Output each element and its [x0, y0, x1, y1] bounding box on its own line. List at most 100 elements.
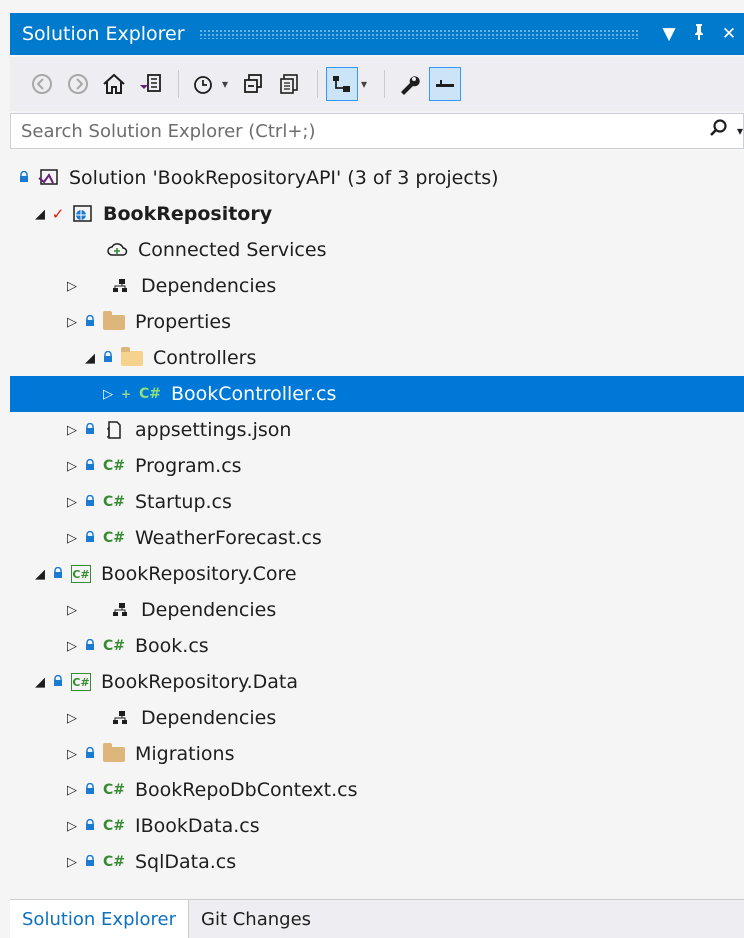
checkmark-icon: ✓: [51, 205, 65, 223]
tree-item-label: Connected Services: [138, 239, 327, 261]
lock-icon: [83, 458, 97, 474]
tree-item-label: Migrations: [135, 743, 235, 765]
dependencies-icon: [107, 275, 133, 297]
tree-item-label: Dependencies: [141, 275, 277, 297]
tree-item-label: BookRepository.Core: [101, 563, 297, 585]
collapsed-arrow-icon[interactable]: ▷: [64, 459, 80, 474]
bottom-tab-strip: Solution Explorer Git Changes: [10, 899, 744, 938]
csharp-project-icon: C#: [71, 673, 91, 691]
expanded-arrow-icon[interactable]: ◢: [32, 567, 48, 582]
tree-item-weatherforecast[interactable]: ▷ C# WeatherForecast.cs: [10, 520, 744, 556]
collapsed-arrow-icon[interactable]: ▷: [64, 423, 80, 438]
solution-explorer-toolbar: ▾ ▾: [10, 57, 744, 111]
chevron-down-icon[interactable]: ▾: [356, 67, 372, 101]
tree-item-project-bookrepository[interactable]: ◢ ✓ BookRepository: [10, 196, 744, 232]
home-icon[interactable]: [98, 67, 130, 101]
show-all-files-icon[interactable]: [273, 67, 305, 101]
tree-item-program[interactable]: ▷ C# Program.cs: [10, 448, 744, 484]
close-icon[interactable]: ✕: [714, 24, 744, 44]
collapsed-arrow-icon[interactable]: ▷: [64, 783, 80, 798]
collapsed-arrow-icon[interactable]: ▷: [64, 531, 80, 546]
tab-git-changes[interactable]: Git Changes: [189, 900, 323, 938]
csharp-file-icon: C#: [102, 854, 125, 870]
tree-item-solution[interactable]: Solution 'BookRepositoryAPI' (3 of 3 pro…: [10, 160, 744, 196]
tree-item-label: BookRepoDbContext.cs: [135, 779, 358, 801]
tree-item-dependencies[interactable]: ▷ Dependencies: [10, 700, 744, 736]
collapsed-arrow-icon[interactable]: ▷: [100, 387, 116, 402]
solution-tree: Solution 'BookRepositoryAPI' (3 of 3 pro…: [10, 160, 744, 880]
tree-item-controllers[interactable]: ◢ Controllers: [10, 340, 744, 376]
lock-icon: [83, 782, 97, 798]
switch-views-icon[interactable]: [134, 67, 166, 101]
collapsed-arrow-icon[interactable]: ▷: [64, 315, 80, 330]
collapsed-arrow-icon[interactable]: ▷: [64, 747, 80, 762]
tree-item-project-core[interactable]: ◢ C# BookRepository.Core: [10, 556, 744, 592]
collapsed-arrow-icon[interactable]: ▷: [64, 819, 80, 834]
properties-folder-icon: [103, 310, 125, 330]
expanded-arrow-icon[interactable]: ◢: [32, 207, 48, 222]
tree-item-connected-services[interactable]: Connected Services: [10, 232, 744, 268]
search-box: ▾: [10, 113, 744, 149]
tree-item-label: IBookData.cs: [135, 815, 260, 837]
tree-item-dependencies[interactable]: ▷ Dependencies: [10, 268, 744, 304]
pin-icon[interactable]: [684, 23, 714, 46]
toolbar-separator: [384, 70, 385, 98]
tree-item-label: Startup.cs: [135, 491, 232, 513]
tab-solution-explorer[interactable]: Solution Explorer: [10, 900, 189, 938]
tree-item-label: Dependencies: [141, 707, 277, 729]
added-plus-icon: +: [120, 387, 132, 401]
tree-item-label: WeatherForecast.cs: [135, 527, 322, 549]
sync-with-active-document-icon[interactable]: [326, 67, 358, 101]
csharp-file-icon: C#: [102, 638, 125, 654]
window-position-dropdown-icon[interactable]: ▼: [654, 24, 684, 44]
lock-icon: [83, 494, 97, 510]
connected-services-icon: [104, 239, 130, 261]
tree-item-bookrepodbcontext[interactable]: ▷ C# BookRepoDbContext.cs: [10, 772, 744, 808]
tree-item-properties[interactable]: ▷ Properties: [10, 304, 744, 340]
tree-item-project-data[interactable]: ◢ C# BookRepository.Data: [10, 664, 744, 700]
tree-item-bookcontroller[interactable]: ▷ + C# BookController.cs: [10, 376, 744, 412]
tree-item-label: Controllers: [153, 347, 257, 369]
csharp-class-icon: C#: [138, 386, 161, 402]
tree-item-startup[interactable]: ▷ C# Startup.cs: [10, 484, 744, 520]
collapsed-arrow-icon[interactable]: ▷: [64, 711, 80, 726]
titlebar-grip[interactable]: [198, 29, 638, 39]
tree-item-dependencies[interactable]: ▷ Dependencies: [10, 592, 744, 628]
dependencies-icon: [107, 599, 133, 621]
tree-item-migrations[interactable]: ▷ Migrations: [10, 736, 744, 772]
lock-icon: [83, 422, 97, 438]
tree-item-label: Dependencies: [141, 599, 277, 621]
json-file-icon: [101, 419, 127, 441]
tree-item-label: Program.cs: [135, 455, 242, 477]
collapsed-arrow-icon[interactable]: ▷: [64, 639, 80, 654]
properties-wrench-icon[interactable]: [393, 67, 425, 101]
search-input[interactable]: [11, 119, 699, 143]
lock-icon: [83, 638, 97, 654]
lock-icon: [83, 530, 97, 546]
search-icon[interactable]: [699, 118, 729, 144]
preview-selected-items-icon[interactable]: [429, 67, 461, 101]
forward-icon[interactable]: [62, 67, 94, 101]
tree-item-appsettings[interactable]: ▷ appsettings.json: [10, 412, 744, 448]
pending-changes-filter-icon[interactable]: [187, 67, 219, 101]
tree-item-book[interactable]: ▷ C# Book.cs: [10, 628, 744, 664]
tree-item-sqldata[interactable]: ▷ C# SqlData.cs: [10, 844, 744, 880]
expanded-arrow-icon[interactable]: ◢: [32, 675, 48, 690]
chevron-down-icon[interactable]: ▾: [217, 67, 233, 101]
csharp-file-icon: C#: [102, 494, 125, 510]
csharp-file-icon: C#: [102, 458, 125, 474]
back-icon[interactable]: [26, 67, 58, 101]
expanded-arrow-icon[interactable]: ◢: [82, 351, 98, 366]
collapsed-arrow-icon[interactable]: ▷: [64, 495, 80, 510]
tree-item-ibookdata[interactable]: ▷ C# IBookData.cs: [10, 808, 744, 844]
collapsed-arrow-icon[interactable]: ▷: [64, 855, 80, 870]
lock-icon: [101, 350, 115, 366]
csharp-project-icon: C#: [71, 565, 91, 583]
collapsed-arrow-icon[interactable]: ▷: [64, 279, 80, 294]
lock-icon: [83, 746, 97, 762]
folder-icon: [103, 742, 125, 762]
collapsed-arrow-icon[interactable]: ▷: [64, 603, 80, 618]
collapse-all-icon[interactable]: [237, 67, 269, 101]
chevron-down-icon[interactable]: ▾: [729, 124, 743, 138]
tree-item-label: Solution 'BookRepositoryAPI' (3 of 3 pro…: [69, 167, 499, 189]
